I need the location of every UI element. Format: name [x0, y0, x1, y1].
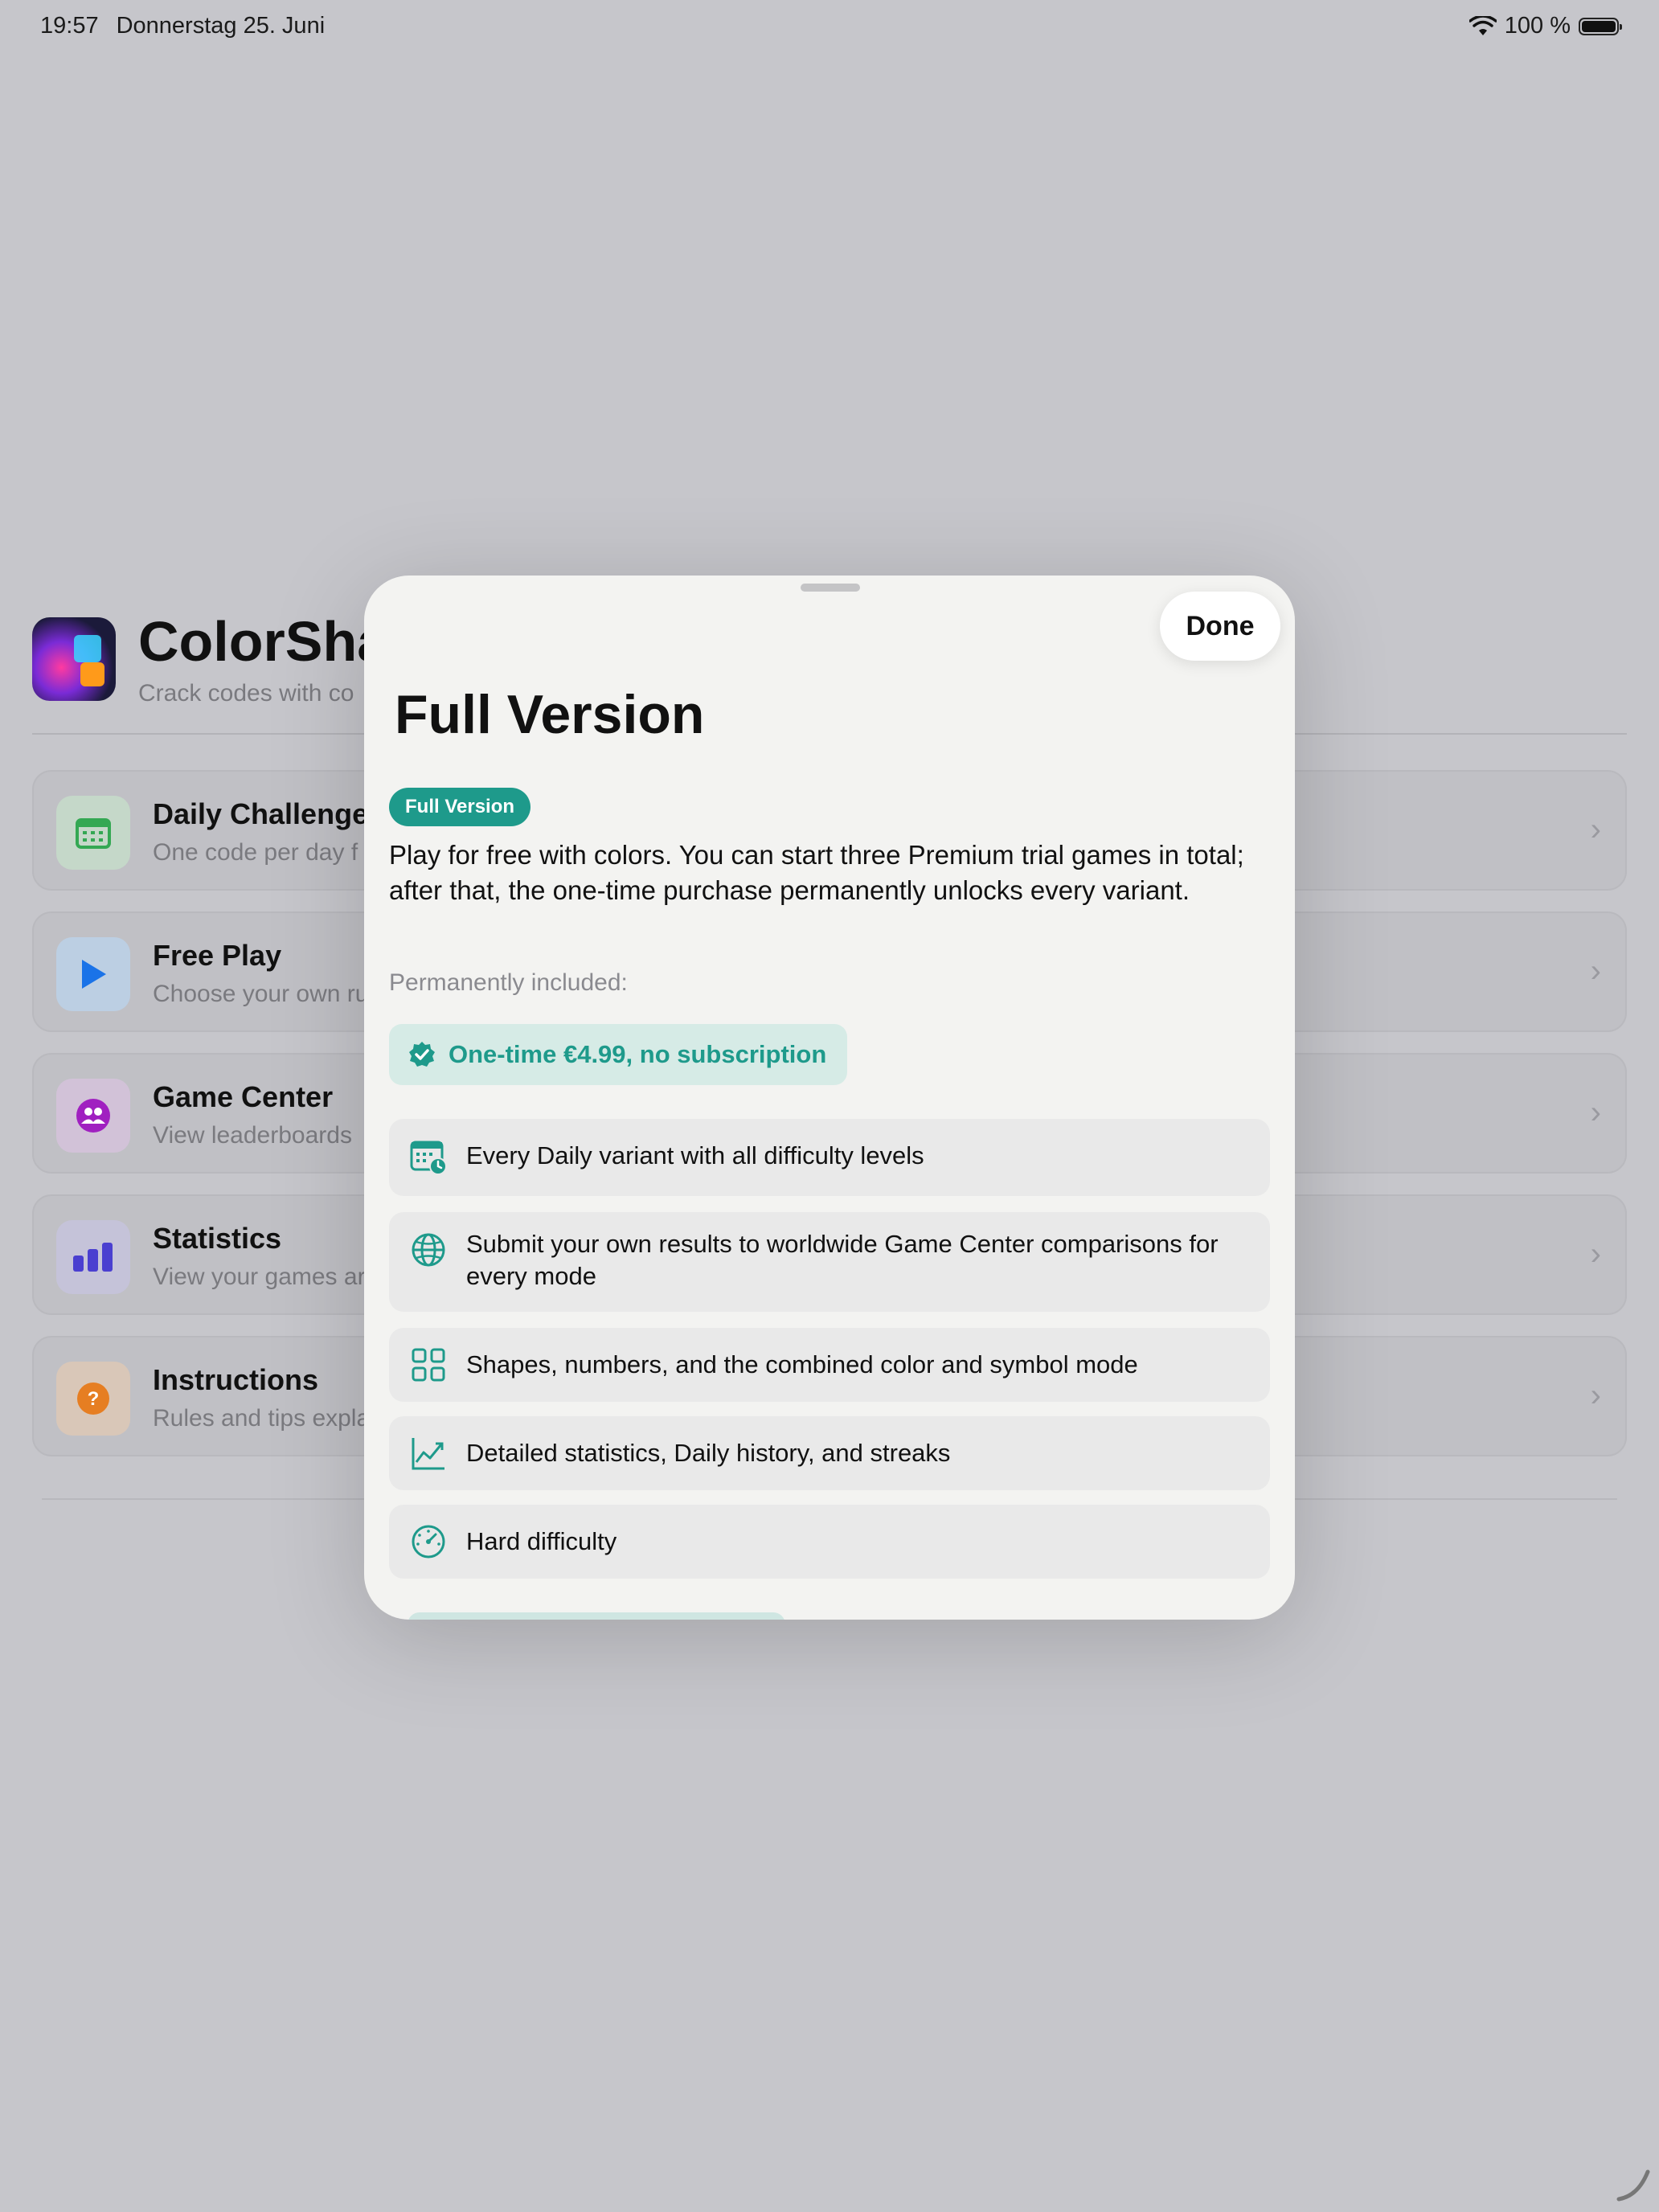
full-version-sheet: Done Full Version Full Version Play for …: [364, 576, 1295, 1620]
menu-item-subtitle: Rules and tips expla: [153, 1405, 371, 1432]
app-logo: [32, 617, 116, 701]
feature-text: Detailed statistics, Daily history, and …: [466, 1439, 951, 1467]
menu-item-subtitle: View leaderboards: [153, 1122, 352, 1149]
permanently-included-label: Permanently included:: [389, 969, 628, 996]
feature-text: Shapes, numbers, and the combined color …: [466, 1350, 1138, 1378]
chart-line-icon: [412, 1438, 444, 1470]
feature-row: Shapes, numbers, and the combined color …: [389, 1328, 1270, 1402]
calendar-clock-icon: [410, 1141, 447, 1175]
feature-row: Hard difficulty: [389, 1505, 1270, 1579]
menu-item-title: Statistics: [153, 1222, 282, 1255]
globe-icon: [412, 1233, 445, 1267]
menu-item-title: Daily Challenge: [153, 797, 369, 830]
done-button[interactable]: Done: [1160, 592, 1280, 661]
feature-text: Submit your own results to worldwide Gam…: [466, 1230, 1219, 1290]
app-subtitle: Crack codes with co: [138, 680, 354, 707]
feature-text: Every Daily variant with all difficulty …: [466, 1141, 924, 1169]
purchase-button-peek[interactable]: [408, 1612, 785, 1620]
gauge-icon: [412, 1525, 445, 1559]
bar-chart-icon: [56, 1220, 130, 1294]
price-text: One-time €4.99, no subscription: [449, 1040, 827, 1068]
menu-item-title: Free Play: [153, 939, 282, 972]
feature-text: Hard difficulty: [466, 1527, 617, 1555]
menu-item-title: Instructions: [153, 1363, 319, 1396]
menu-item-subtitle: Choose your own ru: [153, 981, 369, 1007]
sheet-title: Full Version: [395, 684, 705, 745]
menu-item-title: Game Center: [153, 1080, 334, 1113]
feature-row: Submit your own results to worldwide Gam…: [389, 1212, 1270, 1312]
menu-item-subtitle: View your games ar: [153, 1264, 366, 1290]
person-icon: [56, 1079, 130, 1153]
chevron-right-icon: ›: [1590, 812, 1601, 847]
question-icon: ?: [56, 1362, 130, 1436]
price-badge: One-time €4.99, no subscription: [389, 1024, 848, 1085]
sheet-grabber[interactable]: [801, 584, 860, 592]
chevron-right-icon: ›: [1590, 953, 1601, 989]
feature-row: Every Daily variant with all difficulty …: [389, 1119, 1270, 1196]
feature-row: Detailed statistics, Daily history, and …: [389, 1416, 1270, 1490]
full-version-badge: Full Version: [389, 788, 531, 826]
description: Play for free with colors. You can start…: [389, 840, 1244, 905]
menu-item-subtitle: One code per day f: [153, 839, 358, 866]
chevron-right-icon: ›: [1590, 1095, 1601, 1130]
grid-icon: [412, 1348, 445, 1382]
play-icon: [56, 937, 130, 1011]
chevron-right-icon: ›: [1590, 1236, 1601, 1272]
svg-text:?: ?: [88, 1388, 100, 1410]
pencil-hover-indicator: [1616, 2169, 1650, 2202]
checkmark-seal-icon: [409, 1042, 435, 1067]
calendar-icon: [56, 796, 130, 870]
chevron-right-icon: ›: [1590, 1378, 1601, 1413]
app-title: ColorSha: [138, 610, 389, 673]
